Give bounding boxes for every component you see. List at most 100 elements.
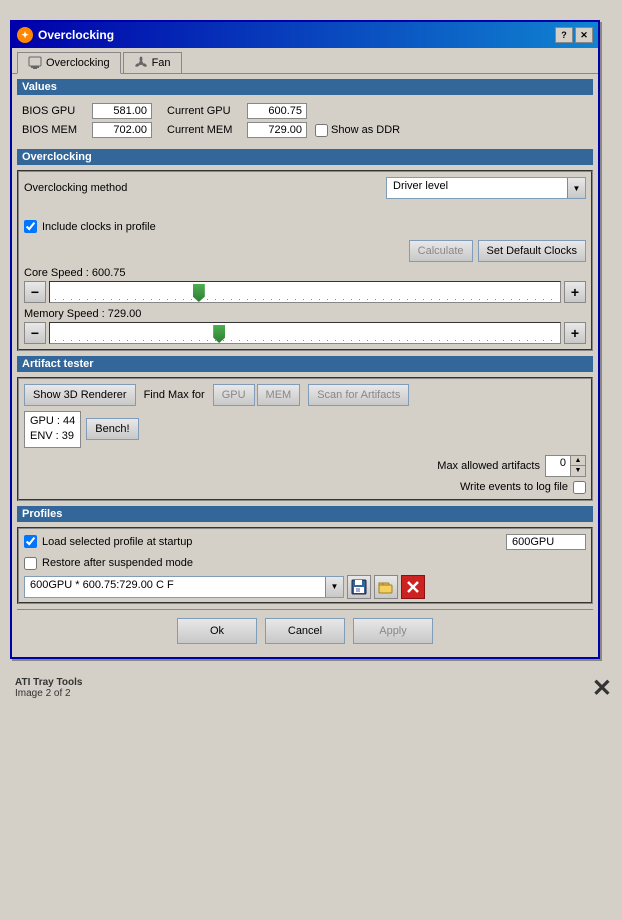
restore-profile-row: Restore after suspended mode <box>19 552 591 572</box>
bios-mem-label: BIOS MEM <box>22 124 92 136</box>
profile-dropdown-row: 600GPU * 600.75:729.00 C F ▼ <box>19 572 591 602</box>
bios-gpu-label: BIOS GPU <box>22 105 92 117</box>
open-profile-btn[interactable] <box>374 575 398 599</box>
calc-set-row: Calculate Set Default Clocks <box>19 238 591 267</box>
restore-checkbox[interactable] <box>24 557 37 570</box>
app-name: ATI Tray Tools <box>15 677 82 688</box>
tab-overclocking[interactable]: Overclocking <box>17 52 121 74</box>
footer: ATI Tray Tools Image 2 of 2 ✕ <box>10 664 622 708</box>
ok-button[interactable]: Ok <box>177 618 257 644</box>
gpu-btn[interactable]: GPU <box>213 384 255 406</box>
fan-tab-icon <box>134 56 148 70</box>
close-button[interactable]: ✕ <box>575 27 593 43</box>
include-clocks-label: Include clocks in profile <box>42 221 156 233</box>
method-label: Overclocking method <box>24 182 127 194</box>
image-info: Image 2 of 2 <box>15 688 82 699</box>
footer-text-block: ATI Tray Tools Image 2 of 2 <box>15 677 82 699</box>
write-events-row: Write events to log file <box>19 479 591 499</box>
tab-overclocking-label: Overclocking <box>46 57 110 69</box>
include-clocks-row: Include clocks in profile <box>19 215 591 233</box>
core-minus-btn[interactable]: − <box>24 281 46 303</box>
help-button[interactable]: ? <box>555 27 573 43</box>
bios-gpu-value: 581.00 <box>92 103 152 119</box>
bench-btn[interactable]: Bench! <box>86 418 138 440</box>
current-mem-value: 729.00 <box>247 122 307 138</box>
profiles-section: Profiles Load selected profile at startu… <box>17 506 593 604</box>
current-mem-label: Current MEM <box>167 124 247 136</box>
gpu-env-box: GPU : 44 ENV : 39 <box>24 411 81 448</box>
scan-artifacts-btn[interactable]: Scan for Artifacts <box>308 384 409 406</box>
mem-btn[interactable]: MEM <box>257 384 301 406</box>
overclocking-header: Overclocking <box>17 149 593 165</box>
core-slider-row: − + <box>19 281 591 303</box>
restore-label: Restore after suspended mode <box>42 557 193 569</box>
content-area: Values BIOS GPU 581.00 Current GPU 600.7… <box>12 74 598 657</box>
include-clocks-checkbox[interactable] <box>24 220 37 233</box>
artifact-body: Show 3D Renderer Find Max for GPU MEM Sc… <box>17 377 593 501</box>
values-section: Values BIOS GPU 581.00 Current GPU 600.7… <box>17 79 593 144</box>
tabs-bar: Overclocking Fan <box>12 48 598 74</box>
save-profile-btn[interactable] <box>347 575 371 599</box>
main-window: ✦ Overclocking ? ✕ Overclocking <box>10 20 600 659</box>
mem-minus-btn[interactable]: − <box>24 322 46 344</box>
show-ddr-checkbox[interactable] <box>315 124 328 137</box>
max-artifacts-value: 0 <box>546 456 571 476</box>
method-select-arrow[interactable]: ▼ <box>567 178 585 198</box>
app-icon: ✦ <box>17 27 33 43</box>
current-gpu-label: Current GPU <box>167 105 247 117</box>
profile-dropdown-value: 600GPU * 600.75:729.00 C F <box>25 577 325 597</box>
values-header: Values <box>17 79 593 95</box>
bios-mem-row: BIOS MEM 702.00 Current MEM 729.00 Show … <box>22 122 588 138</box>
bottom-buttons: Ok Cancel Apply <box>17 609 593 652</box>
artifact-header: Artifact tester <box>17 356 593 372</box>
memory-speed-label: Memory Speed : 729.00 <box>19 308 591 320</box>
apply-button[interactable]: Apply <box>353 618 433 644</box>
title-bar: ✦ Overclocking ? ✕ <box>12 22 598 48</box>
mem-slider-track[interactable] <box>49 322 561 344</box>
mem-slider-row: − + <box>19 322 591 344</box>
cancel-button[interactable]: Cancel <box>265 618 345 644</box>
profile-select-box[interactable]: 600GPU * 600.75:729.00 C F ▼ <box>24 576 344 598</box>
method-row: Overclocking method Driver level ▼ <box>19 172 591 204</box>
method-select[interactable]: Driver level ▼ <box>386 177 586 199</box>
show-ddr-label: Show as DDR <box>331 124 400 136</box>
set-default-button[interactable]: Set Default Clocks <box>478 240 586 262</box>
write-events-label: Write events to log file <box>460 481 568 493</box>
footer-close-btn[interactable]: ✕ <box>592 674 612 703</box>
load-profile-label: Load selected profile at startup <box>42 536 192 548</box>
show-3d-btn[interactable]: Show 3D Renderer <box>24 384 136 406</box>
mem-plus-btn[interactable]: + <box>564 322 586 344</box>
artifact-row2: GPU : 44 ENV : 39 Bench! <box>19 411 591 453</box>
bios-gpu-row: BIOS GPU 581.00 Current GPU 600.75 <box>22 103 588 119</box>
show-ddr-container: Show as DDR <box>315 124 400 137</box>
core-speed-label: Core Speed : 600.75 <box>19 267 591 279</box>
current-gpu-value: 600.75 <box>247 103 307 119</box>
max-artifacts-label: Max allowed artifacts <box>437 460 540 472</box>
write-events-checkbox[interactable] <box>573 481 586 494</box>
bios-mem-value: 702.00 <box>92 122 152 138</box>
spinbox-arrows: ▲ ▼ <box>571 456 585 476</box>
artifact-row1: Show 3D Renderer Find Max for GPU MEM Sc… <box>19 379 591 411</box>
max-artifacts-spinbox: 0 ▲ ▼ <box>545 455 586 477</box>
load-profile-row: Load selected profile at startup 600GPU <box>19 529 591 552</box>
overclocking-body: Overclocking method Driver level ▼ Inclu… <box>17 170 593 351</box>
env-temp-label: ENV : 39 <box>30 429 75 444</box>
mem-slider-dots <box>55 333 555 341</box>
core-plus-btn[interactable]: + <box>564 281 586 303</box>
calculate-button[interactable]: Calculate <box>409 240 473 262</box>
method-value: Driver level <box>387 178 567 198</box>
tab-fan[interactable]: Fan <box>123 52 182 73</box>
find-max-label: Find Max for <box>144 389 205 401</box>
title-buttons: ? ✕ <box>555 27 593 43</box>
delete-profile-btn[interactable] <box>401 575 425 599</box>
overclocking-section: Overclocking Overclocking method Driver … <box>17 149 593 351</box>
core-slider-track[interactable] <box>49 281 561 303</box>
profile-select-arrow[interactable]: ▼ <box>325 577 343 597</box>
values-body: BIOS GPU 581.00 Current GPU 600.75 BIOS … <box>17 100 593 144</box>
title-bar-left: ✦ Overclocking <box>17 27 114 43</box>
gpu-mem-btns: GPU MEM <box>213 384 301 406</box>
spin-up[interactable]: ▲ <box>571 456 585 466</box>
profiles-header: Profiles <box>17 506 593 522</box>
load-profile-checkbox[interactable] <box>24 535 37 548</box>
spin-down[interactable]: ▼ <box>571 466 585 476</box>
